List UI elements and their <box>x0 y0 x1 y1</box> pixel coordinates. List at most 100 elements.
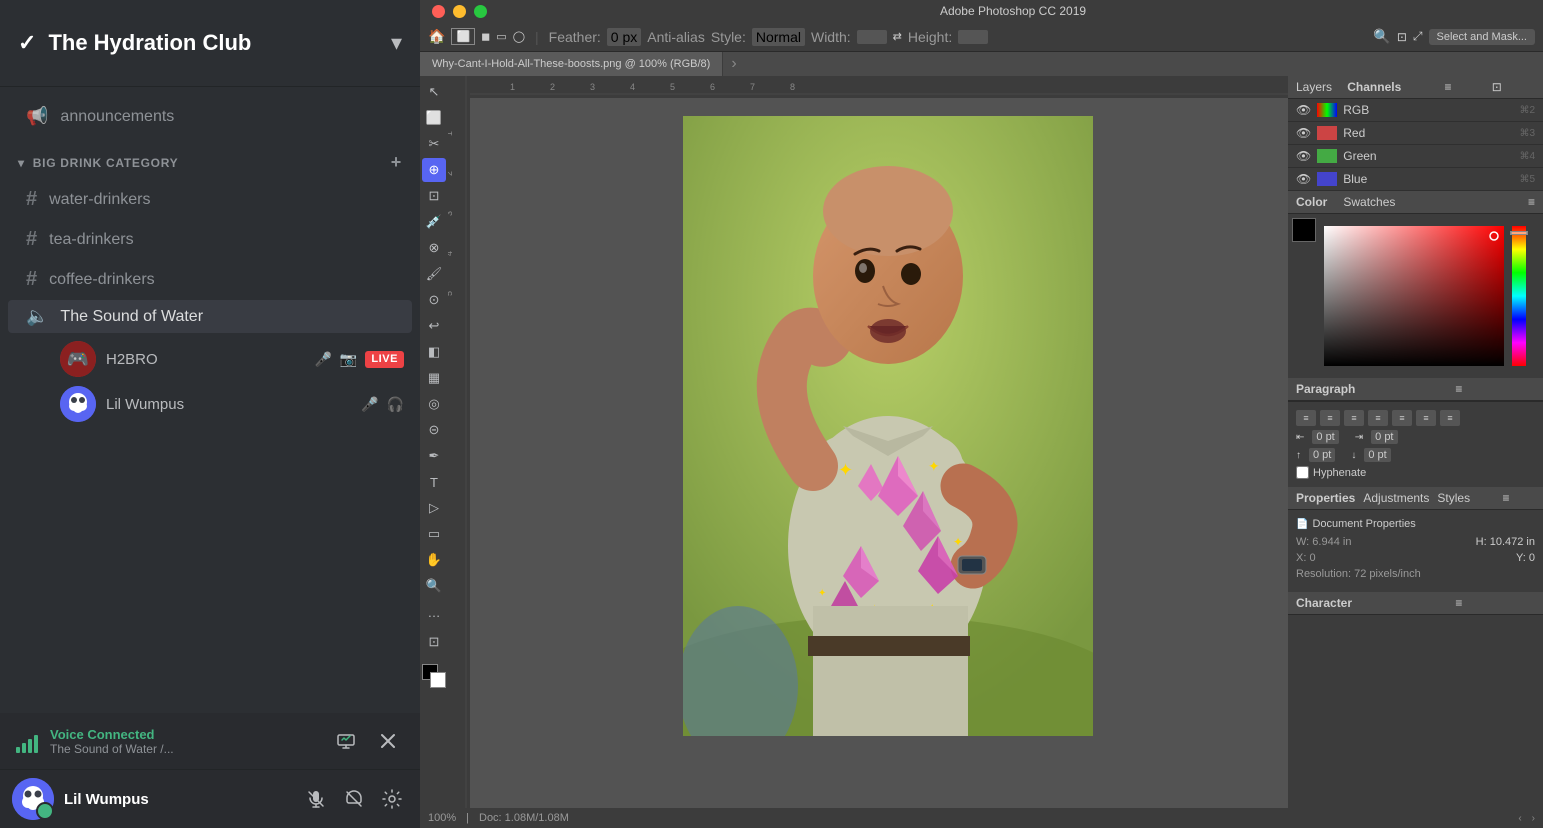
scroll-right-arrow[interactable]: › <box>1532 813 1535 824</box>
disconnect-button[interactable] <box>372 725 404 757</box>
brush-tool[interactable]: 🖌 <box>422 262 446 286</box>
eyedropper-tool[interactable]: 💉 <box>422 210 446 234</box>
mute-button[interactable] <box>300 783 332 815</box>
properties-tab[interactable]: Properties <box>1296 491 1355 505</box>
channel-row-blue[interactable]: 👁 Blue ⌘5 <box>1288 168 1543 191</box>
para-menu-icon[interactable]: ≡ <box>1455 382 1535 396</box>
space-after-val[interactable]: 0 pt <box>1364 448 1390 462</box>
pen-tool[interactable]: ✒ <box>422 444 446 468</box>
add-channel-icon[interactable]: + <box>391 152 402 173</box>
style-select[interactable]: Normal <box>752 28 805 46</box>
styles-tab[interactable]: Styles <box>1437 491 1470 505</box>
red-visibility-icon[interactable]: 👁 <box>1296 126 1311 140</box>
expand-icon[interactable]: ⤢ <box>1413 29 1423 44</box>
channel-row-rgb[interactable]: 👁 RGB ⌘2 <box>1288 99 1543 122</box>
channel-row-green[interactable]: 👁 Green ⌘4 <box>1288 145 1543 168</box>
scroll-left-arrow[interactable]: ‹ <box>1518 813 1521 824</box>
align-right-btn[interactable]: ≡ <box>1344 410 1364 426</box>
hyphenate-checkbox[interactable] <box>1296 466 1309 479</box>
hue-slider[interactable] <box>1510 231 1528 235</box>
color-tab[interactable]: Color <box>1296 195 1327 209</box>
type-tool[interactable]: T <box>422 470 446 494</box>
height-input[interactable] <box>958 30 988 44</box>
healing-tool[interactable]: ⊗ <box>422 236 446 260</box>
ps-canvas-area[interactable]: 1 2 3 4 5 6 7 8 1 2 3 4 5 <box>448 76 1288 808</box>
feather-value[interactable]: 0 px <box>607 28 641 46</box>
hand-tool[interactable]: ✋ <box>422 548 446 572</box>
panel-flyout-icon[interactable]: ⊡ <box>1492 80 1535 94</box>
paragraph-tab[interactable]: Paragraph <box>1296 382 1376 396</box>
eraser-tool[interactable]: ◧ <box>422 340 446 364</box>
adjustments-tab[interactable]: Adjustments <box>1363 491 1429 505</box>
settings-button[interactable] <box>376 783 408 815</box>
path-selection-tool[interactable]: ▷ <box>422 496 446 520</box>
channel-item-coffee-drinkers[interactable]: # coffee-drinkers <box>8 260 412 299</box>
channel-item-announcements[interactable]: 📢 announcements <box>8 98 412 135</box>
channels-tab[interactable]: Channels <box>1347 80 1401 94</box>
rgb-visibility-icon[interactable]: 👁 <box>1296 103 1311 117</box>
justify-last-right-btn[interactable]: ≡ <box>1440 410 1460 426</box>
color-menu-icon[interactable]: ≡ <box>1528 195 1535 209</box>
swatches-tab[interactable]: Swatches <box>1343 195 1395 209</box>
voice-member-lil-wumpus[interactable]: Lil Wumpus 🎤 🎧 <box>52 382 412 426</box>
width-input[interactable] <box>857 30 887 44</box>
shape-tool[interactable]: ▭ <box>422 522 446 546</box>
screen-share-button[interactable] <box>330 725 362 757</box>
clone-tool[interactable]: ⊙ <box>422 288 446 312</box>
voice-info: Voice Connected The Sound of Water /... <box>50 727 318 756</box>
justify-last-left-btn[interactable]: ≡ <box>1416 410 1436 426</box>
resize-icon[interactable]: ⊡ <box>422 630 446 654</box>
ps-document-tab[interactable]: Why-Cant-I-Hold-All-These-boosts.png @ 1… <box>420 52 723 76</box>
select-mask-button[interactable]: Select and Mask... <box>1429 29 1536 45</box>
foreground-color-swatch[interactable] <box>1292 218 1316 242</box>
dodge-tool[interactable]: ⊝ <box>422 418 446 442</box>
more-tools[interactable]: … <box>422 600 446 624</box>
voice-channel-sound-of-water[interactable]: 🔈 The Sound of Water <box>8 300 412 333</box>
foreground-color[interactable] <box>422 664 446 688</box>
properties-panel: 📄 Document Properties W: 6.944 in H: 10.… <box>1288 510 1543 592</box>
ps-home-icon[interactable]: 🏠 <box>428 28 445 45</box>
close-button[interactable] <box>432 5 445 18</box>
history-brush-tool[interactable]: ↩ <box>422 314 446 338</box>
char-menu-icon[interactable]: ≡ <box>1455 596 1535 610</box>
search-icon[interactable]: 🔍 <box>1373 28 1390 45</box>
justify-all-btn[interactable]: ≡ <box>1392 410 1412 426</box>
align-left-btn[interactable]: ≡ <box>1296 410 1316 426</box>
channel-item-tea-drinkers[interactable]: # tea-drinkers <box>8 220 412 259</box>
character-tab[interactable]: Character <box>1296 596 1376 610</box>
blur-tool[interactable]: ◎ <box>422 392 446 416</box>
voice-member-h2bro[interactable]: 🎮 H2BRO 🎤 📷 LIVE <box>52 337 412 381</box>
green-visibility-icon[interactable]: 👁 <box>1296 149 1311 163</box>
move-tool[interactable]: ↖ <box>422 80 446 104</box>
layers-tab[interactable]: Layers <box>1296 80 1339 94</box>
channel-row-red[interactable]: 👁 Red ⌘3 <box>1288 122 1543 145</box>
tab-scroll-right[interactable]: › <box>723 55 744 73</box>
prop-menu-icon[interactable]: ≡ <box>1503 491 1535 505</box>
blue-visibility-icon[interactable]: 👁 <box>1296 172 1311 186</box>
indent-left-val[interactable]: 0 pt <box>1312 430 1338 444</box>
deafen-button[interactable] <box>338 783 370 815</box>
minimize-button[interactable] <box>453 5 466 18</box>
ps-document-canvas[interactable]: ✦ ✦ ✦ ✦ ✦ ✦ <box>683 116 1093 736</box>
justify-btn[interactable]: ≡ <box>1368 410 1388 426</box>
gradient-tool[interactable]: ▦ <box>422 366 446 390</box>
indent-right-val[interactable]: 0 pt <box>1371 430 1397 444</box>
swap-icon[interactable]: ⇄ <box>893 30 902 43</box>
color-hue-strip[interactable] <box>1512 226 1526 366</box>
align-center-btn[interactable]: ≡ <box>1320 410 1340 426</box>
channel-item-water-drinkers[interactable]: # water-drinkers <box>8 180 412 219</box>
server-header[interactable]: ✓ The Hydration Club ▾ <box>0 0 420 87</box>
layout-icon[interactable]: ⊡ <box>1397 30 1407 44</box>
ps-marquee-icon[interactable]: ⬜ <box>451 28 475 45</box>
crop-tool[interactable]: ⊡ <box>422 184 446 208</box>
space-before-val[interactable]: 0 pt <box>1309 448 1335 462</box>
panel-menu-icon[interactable]: ≡ <box>1445 80 1488 94</box>
server-dropdown-icon[interactable]: ▾ <box>391 30 402 56</box>
marquee-tool[interactable]: ⬜ <box>422 106 446 130</box>
lasso-tool[interactable]: ✂ <box>422 132 446 156</box>
ps-document[interactable]: ✦ ✦ ✦ ✦ ✦ ✦ <box>683 116 1093 736</box>
color-gradient-box[interactable] <box>1324 226 1504 366</box>
maximize-button[interactable] <box>474 5 487 18</box>
magic-wand-tool[interactable]: ⊕ <box>422 158 446 182</box>
zoom-tool[interactable]: 🔍 <box>422 574 446 598</box>
